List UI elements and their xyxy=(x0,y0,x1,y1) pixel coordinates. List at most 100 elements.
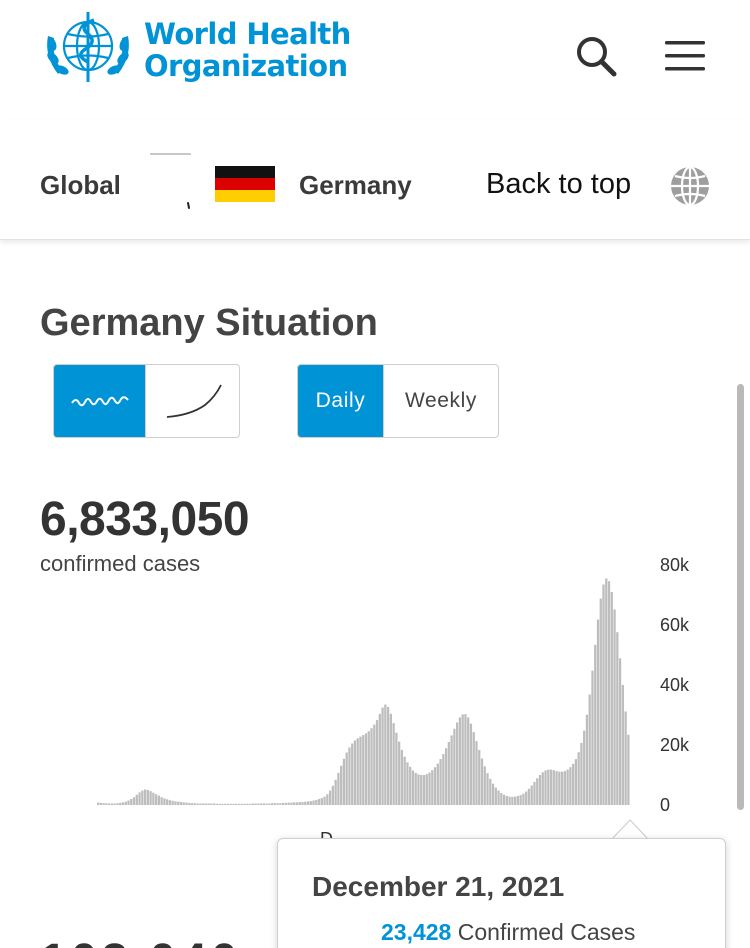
chart-bar[interactable] xyxy=(577,752,580,805)
chart-bar[interactable] xyxy=(141,790,144,805)
chart-bar[interactable] xyxy=(312,800,315,806)
chart-bar[interactable] xyxy=(602,584,605,806)
chart-bar[interactable] xyxy=(616,632,619,805)
chart-bar[interactable] xyxy=(560,771,564,805)
chart-bar[interactable] xyxy=(458,717,462,805)
chart-bar[interactable] xyxy=(246,803,249,805)
chart-bar[interactable] xyxy=(536,778,539,805)
who-logo-text[interactable]: World Health Organization xyxy=(144,18,351,82)
chart-bar[interactable] xyxy=(514,796,517,805)
chart-bar[interactable] xyxy=(135,794,138,805)
chart-bar[interactable] xyxy=(585,714,589,805)
chart-bar[interactable] xyxy=(287,802,290,805)
chart-bar[interactable] xyxy=(160,797,163,805)
chart-bar[interactable] xyxy=(624,711,627,805)
chart-bar[interactable] xyxy=(251,803,254,806)
chart-bar[interactable] xyxy=(519,795,522,805)
chart-bar[interactable] xyxy=(395,732,398,805)
chart-bar[interactable] xyxy=(108,803,111,806)
chart-bar[interactable] xyxy=(270,803,274,805)
chart-bar[interactable] xyxy=(373,724,376,805)
chart-bar[interactable] xyxy=(555,771,558,805)
chart-bar[interactable] xyxy=(483,766,486,805)
chart-bar[interactable] xyxy=(190,803,194,805)
back-to-top-link[interactable]: Back to top xyxy=(486,168,631,201)
scrollbar[interactable] xyxy=(737,384,744,810)
chart-bar[interactable] xyxy=(580,742,583,805)
search-icon[interactable] xyxy=(574,34,618,78)
chart-bar[interactable] xyxy=(497,790,500,805)
chart-bar[interactable] xyxy=(226,803,230,805)
chart-bar[interactable] xyxy=(119,802,122,805)
chart-bar[interactable] xyxy=(605,578,608,806)
chart-bar[interactable] xyxy=(166,799,169,805)
chart-bar[interactable] xyxy=(168,800,172,805)
chart-bar[interactable] xyxy=(591,670,594,805)
chart-bar[interactable] xyxy=(326,794,329,805)
chart-bar[interactable] xyxy=(447,742,450,805)
menu-icon[interactable] xyxy=(662,36,708,76)
chart-bar[interactable] xyxy=(572,763,575,805)
chart-bar[interactable] xyxy=(113,803,116,806)
location-select-partial[interactable] xyxy=(150,153,192,211)
chart-bar[interactable] xyxy=(400,749,404,805)
chart-bar[interactable] xyxy=(99,802,103,805)
chart-bar[interactable] xyxy=(461,714,464,805)
chart-bar[interactable] xyxy=(323,796,326,805)
chart-bar[interactable] xyxy=(229,803,232,805)
country-label[interactable]: Germany xyxy=(299,170,412,201)
chart-bar[interactable] xyxy=(284,802,288,805)
chart-bar[interactable] xyxy=(364,733,368,805)
chart-bar[interactable] xyxy=(298,802,301,805)
chart-bar[interactable] xyxy=(367,731,370,805)
chart-bar[interactable] xyxy=(516,796,520,805)
chart-bar[interactable] xyxy=(420,775,423,805)
chart-bar[interactable] xyxy=(428,772,431,805)
daily-cases-chart[interactable]: 80k60k40k20k0 D xyxy=(0,540,750,840)
chart-bar[interactable] xyxy=(618,658,622,805)
chart-bar[interactable] xyxy=(221,803,224,805)
chart-bar[interactable] xyxy=(235,803,238,805)
chart-bar[interactable] xyxy=(527,788,531,805)
chart-bar[interactable] xyxy=(127,800,130,806)
chart-bar[interactable] xyxy=(541,772,544,805)
chart-bar[interactable] xyxy=(511,796,514,805)
chart-bar[interactable] xyxy=(450,735,453,805)
chart-bar[interactable] xyxy=(549,769,553,805)
chart-bar[interactable] xyxy=(403,756,406,805)
chart-bar[interactable] xyxy=(196,803,199,806)
chart-bar[interactable] xyxy=(599,598,602,805)
chart-bar[interactable] xyxy=(491,783,495,805)
chart-bar[interactable] xyxy=(444,748,448,805)
chart-bar[interactable] xyxy=(442,754,445,805)
chart-bar[interactable] xyxy=(569,767,572,805)
chart-bar[interactable] xyxy=(398,741,401,805)
chart-bar[interactable] xyxy=(422,775,426,805)
chart-bar[interactable] xyxy=(348,747,351,805)
chart-bar[interactable] xyxy=(588,694,591,805)
chart-bar[interactable] xyxy=(124,801,127,805)
chart-bar[interactable] xyxy=(201,803,205,806)
chart-bar[interactable] xyxy=(293,802,296,805)
chart-bar[interactable] xyxy=(334,779,337,805)
chart-bar[interactable] xyxy=(381,707,384,806)
chart-bar[interactable] xyxy=(389,713,392,805)
chart-bar[interactable] xyxy=(533,781,536,805)
chart-bar[interactable] xyxy=(276,803,279,805)
daily-button[interactable]: Daily xyxy=(298,365,383,437)
chart-bar[interactable] xyxy=(143,789,147,805)
chart-bar[interactable] xyxy=(436,763,439,805)
chart-bar[interactable] xyxy=(359,736,362,805)
chart-bar[interactable] xyxy=(544,770,547,806)
chart-bar[interactable] xyxy=(295,802,299,805)
chart-bar[interactable] xyxy=(320,798,323,805)
chart-bar[interactable] xyxy=(188,802,191,805)
chart-bar[interactable] xyxy=(232,803,235,805)
chart-bar[interactable] xyxy=(317,799,321,805)
chart-bar[interactable] xyxy=(478,750,481,805)
chart-bar[interactable] xyxy=(154,794,158,805)
chart-bar[interactable] xyxy=(558,771,561,805)
chart-bar[interactable] xyxy=(138,792,141,805)
chart-bar[interactable] xyxy=(351,743,354,806)
chart-bar[interactable] xyxy=(116,803,119,805)
